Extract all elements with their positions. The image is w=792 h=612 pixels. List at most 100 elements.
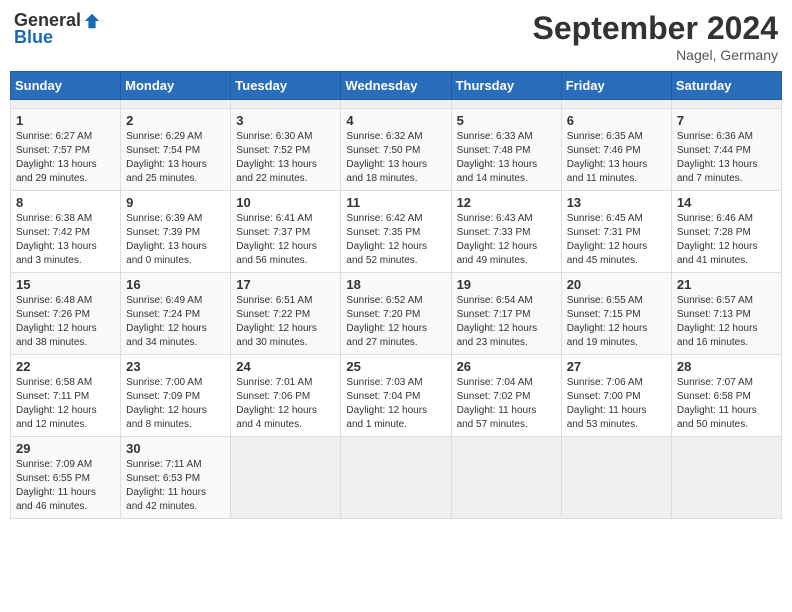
calendar-cell: 28 Sunrise: 7:07 AMSunset: 6:58 PMDaylig…	[671, 355, 781, 437]
day-info: Sunrise: 7:11 AMSunset: 6:53 PMDaylight:…	[126, 458, 225, 514]
logo: General Blue	[14, 10, 101, 48]
day-info: Sunrise: 6:46 AMSunset: 7:28 PMDaylight:…	[677, 212, 776, 268]
calendar-cell: 29 Sunrise: 7:09 AMSunset: 6:55 PMDaylig…	[11, 437, 121, 519]
day-number: 3	[236, 113, 335, 128]
day-info: Sunrise: 6:35 AMSunset: 7:46 PMDaylight:…	[567, 130, 666, 186]
calendar-cell: 30 Sunrise: 7:11 AMSunset: 6:53 PMDaylig…	[121, 437, 231, 519]
calendar-week-0	[11, 100, 782, 109]
calendar-cell	[561, 100, 671, 109]
calendar-cell: 16 Sunrise: 6:49 AMSunset: 7:24 PMDaylig…	[121, 273, 231, 355]
day-number: 30	[126, 441, 225, 456]
day-number: 9	[126, 195, 225, 210]
calendar-cell: 11 Sunrise: 6:42 AMSunset: 7:35 PMDaylig…	[341, 191, 451, 273]
calendar-week-1: 1 Sunrise: 6:27 AMSunset: 7:57 PMDayligh…	[11, 109, 782, 191]
calendar-cell: 2 Sunrise: 6:29 AMSunset: 7:54 PMDayligh…	[121, 109, 231, 191]
weekday-header-monday: Monday	[121, 72, 231, 100]
day-info: Sunrise: 6:57 AMSunset: 7:13 PMDaylight:…	[677, 294, 776, 350]
day-info: Sunrise: 6:41 AMSunset: 7:37 PMDaylight:…	[236, 212, 335, 268]
day-info: Sunrise: 7:01 AMSunset: 7:06 PMDaylight:…	[236, 376, 335, 432]
weekday-header-sunday: Sunday	[11, 72, 121, 100]
day-number: 19	[457, 277, 556, 292]
day-number: 5	[457, 113, 556, 128]
calendar-cell	[231, 437, 341, 519]
calendar-cell: 10 Sunrise: 6:41 AMSunset: 7:37 PMDaylig…	[231, 191, 341, 273]
calendar-cell: 14 Sunrise: 6:46 AMSunset: 7:28 PMDaylig…	[671, 191, 781, 273]
day-number: 18	[346, 277, 445, 292]
calendar-cell	[451, 437, 561, 519]
calendar-cell: 20 Sunrise: 6:55 AMSunset: 7:15 PMDaylig…	[561, 273, 671, 355]
weekday-header-saturday: Saturday	[671, 72, 781, 100]
day-info: Sunrise: 6:33 AMSunset: 7:48 PMDaylight:…	[457, 130, 556, 186]
day-number: 20	[567, 277, 666, 292]
calendar-cell: 1 Sunrise: 6:27 AMSunset: 7:57 PMDayligh…	[11, 109, 121, 191]
calendar-cell: 7 Sunrise: 6:36 AMSunset: 7:44 PMDayligh…	[671, 109, 781, 191]
day-number: 24	[236, 359, 335, 374]
day-info: Sunrise: 7:04 AMSunset: 7:02 PMDaylight:…	[457, 376, 556, 432]
day-number: 16	[126, 277, 225, 292]
day-number: 7	[677, 113, 776, 128]
calendar-cell	[231, 100, 341, 109]
day-info: Sunrise: 6:43 AMSunset: 7:33 PMDaylight:…	[457, 212, 556, 268]
calendar-cell: 15 Sunrise: 6:48 AMSunset: 7:26 PMDaylig…	[11, 273, 121, 355]
day-info: Sunrise: 7:03 AMSunset: 7:04 PMDaylight:…	[346, 376, 445, 432]
day-number: 15	[16, 277, 115, 292]
logo-blue-text: Blue	[14, 27, 53, 48]
day-number: 14	[677, 195, 776, 210]
day-info: Sunrise: 6:39 AMSunset: 7:39 PMDaylight:…	[126, 212, 225, 268]
day-info: Sunrise: 7:00 AMSunset: 7:09 PMDaylight:…	[126, 376, 225, 432]
day-number: 8	[16, 195, 115, 210]
weekday-header-wednesday: Wednesday	[341, 72, 451, 100]
calendar-week-3: 15 Sunrise: 6:48 AMSunset: 7:26 PMDaylig…	[11, 273, 782, 355]
day-info: Sunrise: 6:48 AMSunset: 7:26 PMDaylight:…	[16, 294, 115, 350]
calendar-cell: 18 Sunrise: 6:52 AMSunset: 7:20 PMDaylig…	[341, 273, 451, 355]
calendar-cell	[341, 437, 451, 519]
day-info: Sunrise: 6:32 AMSunset: 7:50 PMDaylight:…	[346, 130, 445, 186]
calendar-cell: 3 Sunrise: 6:30 AMSunset: 7:52 PMDayligh…	[231, 109, 341, 191]
day-number: 12	[457, 195, 556, 210]
day-number: 28	[677, 359, 776, 374]
day-info: Sunrise: 6:58 AMSunset: 7:11 PMDaylight:…	[16, 376, 115, 432]
calendar-cell: 23 Sunrise: 7:00 AMSunset: 7:09 PMDaylig…	[121, 355, 231, 437]
day-info: Sunrise: 6:52 AMSunset: 7:20 PMDaylight:…	[346, 294, 445, 350]
day-info: Sunrise: 6:49 AMSunset: 7:24 PMDaylight:…	[126, 294, 225, 350]
day-number: 23	[126, 359, 225, 374]
day-number: 29	[16, 441, 115, 456]
calendar-cell: 6 Sunrise: 6:35 AMSunset: 7:46 PMDayligh…	[561, 109, 671, 191]
day-info: Sunrise: 6:38 AMSunset: 7:42 PMDaylight:…	[16, 212, 115, 268]
day-info: Sunrise: 6:55 AMSunset: 7:15 PMDaylight:…	[567, 294, 666, 350]
day-number: 22	[16, 359, 115, 374]
day-number: 4	[346, 113, 445, 128]
page-subtitle: Nagel, Germany	[533, 47, 778, 63]
calendar-cell: 13 Sunrise: 6:45 AMSunset: 7:31 PMDaylig…	[561, 191, 671, 273]
day-number: 27	[567, 359, 666, 374]
page-title: September 2024	[533, 10, 778, 47]
calendar-week-4: 22 Sunrise: 6:58 AMSunset: 7:11 PMDaylig…	[11, 355, 782, 437]
calendar-cell: 22 Sunrise: 6:58 AMSunset: 7:11 PMDaylig…	[11, 355, 121, 437]
calendar-cell: 24 Sunrise: 7:01 AMSunset: 7:06 PMDaylig…	[231, 355, 341, 437]
day-number: 11	[346, 195, 445, 210]
calendar-table: SundayMondayTuesdayWednesdayThursdayFrid…	[10, 71, 782, 519]
calendar-cell: 12 Sunrise: 6:43 AMSunset: 7:33 PMDaylig…	[451, 191, 561, 273]
day-info: Sunrise: 6:27 AMSunset: 7:57 PMDaylight:…	[16, 130, 115, 186]
calendar-cell: 9 Sunrise: 6:39 AMSunset: 7:39 PMDayligh…	[121, 191, 231, 273]
calendar-cell: 27 Sunrise: 7:06 AMSunset: 7:00 PMDaylig…	[561, 355, 671, 437]
calendar-cell	[561, 437, 671, 519]
calendar-cell	[11, 100, 121, 109]
weekday-header-row: SundayMondayTuesdayWednesdayThursdayFrid…	[11, 72, 782, 100]
calendar-cell: 19 Sunrise: 6:54 AMSunset: 7:17 PMDaylig…	[451, 273, 561, 355]
weekday-header-friday: Friday	[561, 72, 671, 100]
calendar-cell: 17 Sunrise: 6:51 AMSunset: 7:22 PMDaylig…	[231, 273, 341, 355]
calendar-cell	[121, 100, 231, 109]
calendar-cell	[451, 100, 561, 109]
calendar-cell: 8 Sunrise: 6:38 AMSunset: 7:42 PMDayligh…	[11, 191, 121, 273]
day-number: 26	[457, 359, 556, 374]
page-header: General Blue September 2024 Nagel, Germa…	[10, 10, 782, 63]
title-section: September 2024 Nagel, Germany	[533, 10, 778, 63]
day-info: Sunrise: 7:06 AMSunset: 7:00 PMDaylight:…	[567, 376, 666, 432]
logo-icon	[83, 12, 101, 30]
day-number: 10	[236, 195, 335, 210]
day-number: 13	[567, 195, 666, 210]
calendar-cell: 25 Sunrise: 7:03 AMSunset: 7:04 PMDaylig…	[341, 355, 451, 437]
day-info: Sunrise: 6:45 AMSunset: 7:31 PMDaylight:…	[567, 212, 666, 268]
day-number: 17	[236, 277, 335, 292]
